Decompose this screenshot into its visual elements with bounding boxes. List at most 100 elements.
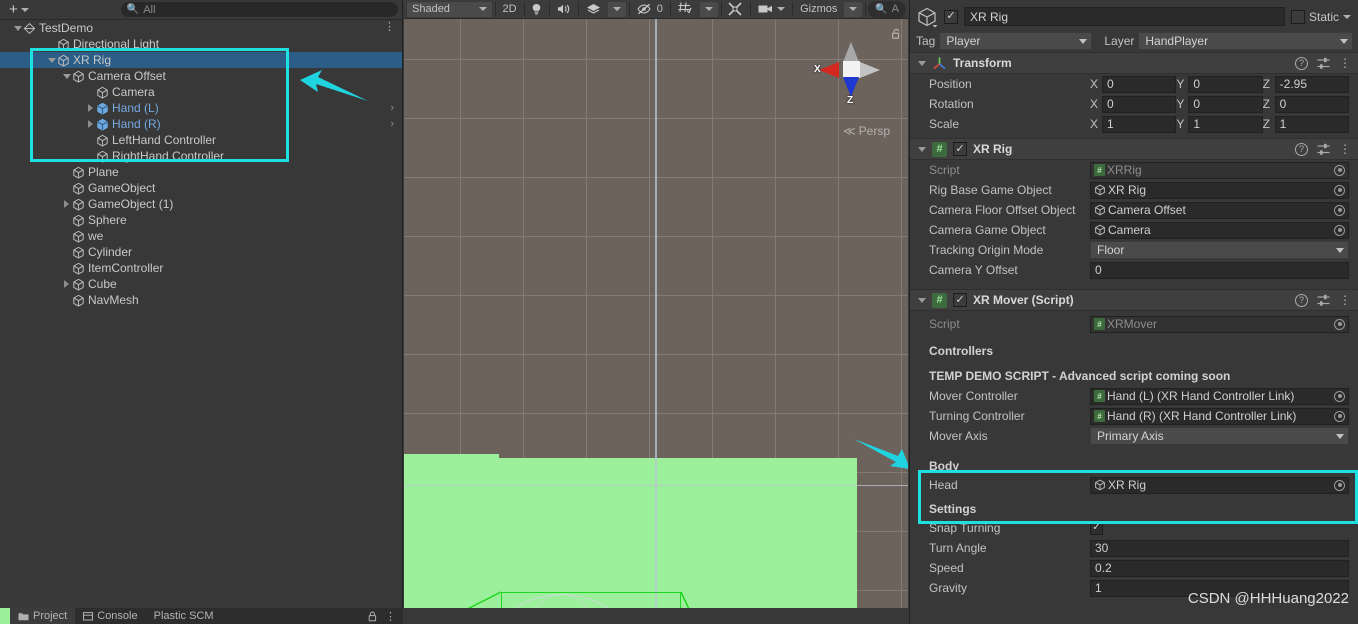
scene-viewport[interactable]: X Z ≪ Persp	[404, 19, 908, 608]
hierarchy-item-xr-rig[interactable]: XR Rig	[0, 52, 402, 68]
mover-controller-object-field[interactable]: # Hand (L) (XR Hand Controller Link)	[1090, 387, 1349, 405]
lock-icon[interactable]	[368, 611, 377, 622]
hierarchy-item-gameobject-1[interactable]: GameObject (1)	[0, 196, 402, 212]
hierarchy-item-itemcontroller[interactable]: ItemController	[0, 260, 402, 276]
hierarchy-tree[interactable]: TestDemo ⋮ Directional Light XR Rig Camera O…	[0, 20, 402, 608]
transform-scale-x-input[interactable]: 1	[1102, 115, 1177, 133]
preset-icon[interactable]	[1317, 294, 1330, 307]
static-checkbox[interactable]	[1290, 9, 1305, 24]
xr-rig-rig-base-game-object-object-field[interactable]: XR Rig	[1090, 181, 1349, 199]
foldout-arrow-icon[interactable]	[61, 73, 72, 79]
hierarchy-search-input[interactable]: 🔍 All	[120, 2, 398, 17]
help-icon[interactable]: ?	[1295, 56, 1308, 70]
hierarchy-item-lefthand-controller[interactable]: LeftHand Controller	[0, 132, 402, 148]
object-picker-icon[interactable]	[1334, 390, 1345, 402]
help-icon[interactable]: ?	[1295, 293, 1308, 307]
xr-rig-script-object-field[interactable]: # XRRig	[1090, 161, 1349, 179]
kebab-icon[interactable]: ⋮	[385, 610, 396, 623]
hierarchy-item-gameobject[interactable]: GameObject	[0, 180, 402, 196]
transform-scale-y-input[interactable]: 1	[1188, 115, 1263, 133]
object-picker-icon[interactable]	[1334, 164, 1345, 176]
prefab-open-chevron-icon[interactable]: ›	[390, 116, 394, 132]
add-gameobject-button[interactable]: +	[4, 1, 34, 18]
transform-rotation-z-input[interactable]: 0	[1274, 95, 1349, 113]
foldout-arrow-icon[interactable]	[85, 104, 96, 112]
object-picker-icon[interactable]	[1334, 410, 1345, 422]
object-picker-icon[interactable]	[1334, 318, 1345, 330]
foldout-arrow-icon[interactable]	[46, 57, 57, 63]
turning-controller-object-field[interactable]: # Hand (R) (XR Hand Controller Link)	[1090, 407, 1349, 425]
gizmo-axis-z[interactable]	[843, 77, 859, 97]
transform-component-header[interactable]: Transform ? ⋮	[910, 52, 1358, 74]
gameobject-name-input[interactable]: XR Rig	[964, 7, 1285, 26]
xr-mover-script-field[interactable]: # XRMover	[1090, 315, 1349, 333]
xr-rig-camera-game-object-object-field[interactable]: Camera	[1090, 221, 1349, 239]
foldout-arrow-icon[interactable]	[85, 120, 96, 128]
draw-mode-dropdown[interactable]: Shaded	[406, 0, 493, 18]
static-toggle-group[interactable]: Static	[1290, 9, 1353, 24]
foldout-arrow-icon[interactable]	[12, 25, 23, 31]
gizmos-dropdown[interactable]	[843, 0, 864, 18]
hierarchy-item-camera[interactable]: Camera	[0, 84, 402, 100]
tab-project[interactable]: Project	[10, 608, 76, 624]
hierarchy-item-sphere[interactable]: Sphere	[0, 212, 402, 228]
scene-fx-toggle[interactable]	[581, 1, 606, 18]
xr-rig-component-header[interactable]: # ✓ XR Rig ? ⋮	[910, 138, 1358, 160]
xr-rig-enabled-checkbox[interactable]: ✓	[953, 142, 967, 156]
xr-mover-component-header[interactable]: # ✓ XR Mover (Script) ? ⋮	[910, 289, 1358, 311]
transform-position-z-input[interactable]: -2.95	[1274, 75, 1349, 93]
prefab-open-chevron-icon[interactable]: ›	[390, 100, 394, 116]
scene-audio-toggle[interactable]	[552, 1, 576, 18]
tab-console[interactable]: Console	[75, 608, 145, 624]
tag-dropdown[interactable]: Player	[939, 32, 1093, 50]
hidden-objects-button[interactable]: 0	[632, 1, 668, 18]
xr-rig-tracking-origin-mode-dropdown[interactable]: Floor	[1090, 241, 1349, 259]
transform-scale-z-input[interactable]: 1	[1274, 115, 1349, 133]
scene-projection-toggle[interactable]: ≪ Persp	[843, 124, 890, 138]
gizmo-center-cube[interactable]	[843, 61, 860, 78]
foldout-arrow-icon[interactable]	[61, 280, 72, 288]
grid-snap-button[interactable]	[673, 1, 698, 18]
xr-mover-enabled-checkbox[interactable]: ✓	[953, 293, 967, 307]
grid-snap-dropdown[interactable]	[698, 0, 719, 18]
gizmos-button[interactable]: Gizmos	[795, 1, 842, 18]
layer-dropdown[interactable]: HandPlayer	[1138, 32, 1353, 50]
transform-position-y-input[interactable]: 0	[1188, 75, 1263, 93]
head-object-field[interactable]: XR Rig	[1090, 476, 1349, 494]
chevron-down-icon[interactable]	[1343, 14, 1351, 19]
gizmo-axis-x[interactable]	[819, 62, 839, 78]
transform-position-x-input[interactable]: 0	[1102, 75, 1177, 93]
hierarchy-item-cylinder[interactable]: Cylinder	[0, 244, 402, 260]
hierarchy-item-plane[interactable]: Plane	[0, 164, 402, 180]
scene-fx-dropdown[interactable]	[606, 0, 627, 18]
scene-search-input[interactable]: 🔍 A	[868, 0, 906, 18]
mover-axis-dropdown[interactable]: Primary Axis	[1090, 427, 1349, 445]
scene-view[interactable]: Shaded 2D 0 Gizmos 🔍 A X Z ≪ Persp	[404, 0, 908, 608]
hierarchy-item-righthand-controller[interactable]: RightHand Controller	[0, 148, 402, 164]
speed-input[interactable]: 0.2	[1090, 559, 1349, 577]
preset-icon[interactable]	[1317, 143, 1330, 156]
hierarchy-item-camera-offset[interactable]: Camera Offset	[0, 68, 402, 84]
tab-plastic-scm[interactable]: Plastic SCM	[146, 608, 222, 624]
object-picker-icon[interactable]	[1334, 479, 1345, 491]
scene-lighting-toggle[interactable]	[526, 1, 547, 18]
hierarchy-item-navmesh[interactable]: NavMesh	[0, 292, 402, 308]
foldout-arrow-icon[interactable]	[918, 60, 926, 66]
hierarchy-item-hand-l[interactable]: Hand (L) ›	[0, 100, 402, 116]
gizmo-axis-x-negative[interactable]	[860, 62, 880, 78]
object-picker-icon[interactable]	[1334, 184, 1345, 196]
object-picker-icon[interactable]	[1334, 204, 1345, 216]
turn-angle-input[interactable]: 30	[1090, 539, 1349, 557]
hierarchy-item-hand-r[interactable]: Hand (R) ›	[0, 116, 402, 132]
kebab-icon[interactable]: ⋮	[1339, 57, 1351, 69]
hierarchy-item-we[interactable]: we	[0, 228, 402, 244]
gameobject-enabled-checkbox[interactable]: ✓	[944, 9, 958, 24]
xr-rig-camera-y-offset-input[interactable]: 0	[1090, 261, 1349, 279]
gizmo-axis-z-negative[interactable]	[843, 42, 859, 62]
foldout-arrow-icon[interactable]	[918, 297, 926, 303]
object-picker-icon[interactable]	[1334, 224, 1345, 236]
transform-rotation-x-input[interactable]: 0	[1102, 95, 1177, 113]
help-icon[interactable]: ?	[1295, 142, 1308, 156]
kebab-icon[interactable]: ⋮	[1339, 294, 1351, 306]
scene-tools-button[interactable]	[723, 1, 748, 18]
